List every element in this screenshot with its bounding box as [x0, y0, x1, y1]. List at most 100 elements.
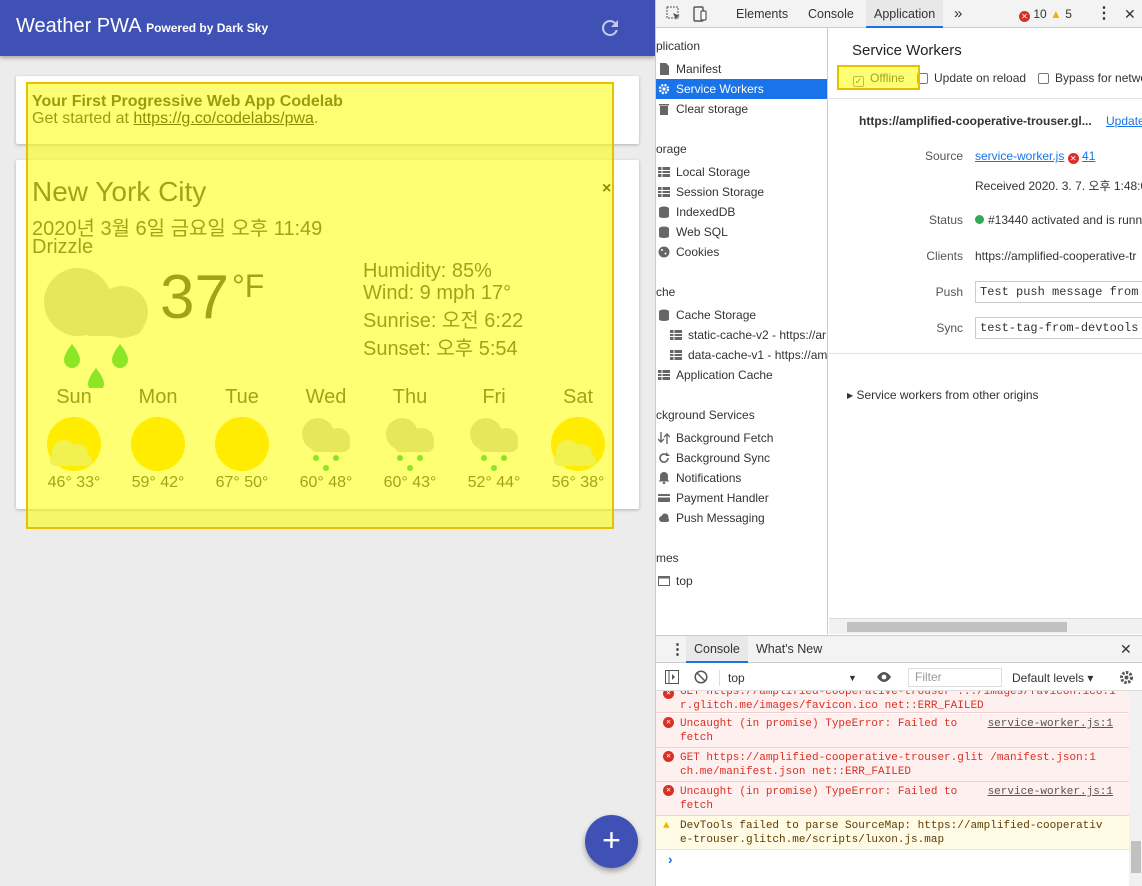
sidebar-item-manifest[interactable]: Manifest	[656, 59, 827, 79]
sidebar-item-notifications[interactable]: Notifications	[656, 468, 827, 488]
update-on-reload-checkbox[interactable]: Update on reload	[917, 70, 1026, 86]
sidebar-item-payment-handler[interactable]: Payment Handler	[656, 488, 827, 508]
rain-icon	[386, 418, 434, 471]
log-levels-dropdown[interactable]: Default levels ▾	[1012, 670, 1093, 686]
bypass-network-checkbox[interactable]: Bypass for netwo	[1038, 70, 1142, 86]
sidebar-item-session-storage[interactable]: Session Storage	[656, 182, 827, 202]
eye-icon[interactable]	[876, 671, 892, 683]
close-devtools-icon[interactable]: ✕	[1124, 0, 1136, 28]
refresh-icon[interactable]	[598, 16, 622, 40]
source-errors-link[interactable]: 41	[1082, 149, 1095, 163]
push-input[interactable]: Test push message from De	[975, 281, 1142, 303]
sidebar-item-cache-storage[interactable]: Cache Storage	[656, 305, 827, 325]
console-toolbar: top ▼ Filter Default levels ▾	[656, 664, 1142, 691]
message-line: r.glitch.me/images/favicon.ico net::ERR_…	[680, 700, 984, 712]
source-file-link[interactable]: service-worker.js	[975, 149, 1064, 163]
divider	[829, 98, 1142, 99]
inspect-icon[interactable]	[666, 6, 682, 22]
sidebar-label: Background Fetch	[676, 431, 774, 445]
clients-value: https://amplified-cooperative-tr	[975, 249, 1137, 263]
error-icon: ✕	[663, 691, 674, 699]
sidebar-label: Notifications	[676, 471, 742, 485]
tab-console[interactable]: Console	[808, 0, 854, 28]
day-temps: 67° 50°	[215, 474, 269, 491]
sidebar-item-clear-storage[interactable]: Clear storage	[656, 99, 827, 119]
triangle-right-icon: ▶	[847, 391, 854, 400]
sidebar-item-cookies[interactable]: Cookies	[656, 242, 827, 262]
context-selector[interactable]: top ▼	[719, 670, 859, 686]
intro-card: Your First Progressive Web App Codelab G…	[16, 76, 639, 144]
section-storage: orage	[656, 142, 687, 156]
day-temps: 46° 33°	[47, 474, 101, 491]
sidebar-item-static-cache[interactable]: static-cache-v2 - https://ar	[656, 325, 827, 345]
sidebar-item-websql[interactable]: Web SQL	[656, 222, 827, 242]
device-toggle-icon[interactable]	[692, 6, 708, 22]
other-origins-label: Service workers from other origins	[856, 388, 1039, 402]
section-application: plication	[656, 39, 701, 53]
add-location-button[interactable]: +	[585, 815, 638, 868]
codelab-link[interactable]: https://g.co/codelabs/pwa	[133, 110, 314, 127]
sidebar-label: Payment Handler	[676, 491, 769, 505]
error-warning-counts[interactable]: ✕ 10 ▲ 5	[1019, 7, 1072, 22]
grid-icon	[658, 167, 670, 177]
update-link[interactable]: Update	[1106, 114, 1142, 128]
sidebar-label: Web SQL	[676, 225, 728, 239]
offline-checkbox[interactable]: ✓ Offline	[853, 70, 905, 87]
forecast-day: Thu 60° 43°	[368, 386, 452, 492]
forecast-day: Sat 56° 38°	[536, 386, 620, 492]
sidebar-item-background-sync[interactable]: Background Sync	[656, 448, 827, 468]
section-cache: che	[656, 285, 676, 299]
message-line: GET https://amplified-cooperative-trouse…	[680, 752, 1096, 764]
sidebar-item-application-cache[interactable]: Application Cache	[656, 365, 827, 385]
filter-input[interactable]: Filter	[908, 668, 1002, 687]
weather-details: Humidity: 85% Wind: 9 mph 17° Sunrise: 오…	[363, 260, 523, 360]
sidebar-label: Application Cache	[676, 368, 773, 382]
sidebar-item-top-frame[interactable]: top	[656, 571, 827, 591]
received-time: Received 2020. 3. 7. 오후 1:48:09	[975, 179, 1142, 193]
message-source-link[interactable]: service-worker.js:1	[988, 717, 1113, 731]
close-drawer-icon[interactable]: ✕	[1120, 636, 1132, 663]
drawer-tab-console[interactable]: Console	[686, 636, 748, 663]
app-subtitle: Powered by Dark Sky	[146, 21, 269, 35]
sidebar-label: Cache Storage	[676, 308, 757, 322]
console-message: ✕ service-worker.js:1 Uncaught (in promise…	[656, 782, 1129, 816]
more-tabs-button[interactable]: »	[954, 0, 962, 28]
sidebar-item-data-cache[interactable]: data-cache-v1 - https://am	[656, 345, 827, 365]
status-text: #13440 activated and is runn	[988, 213, 1142, 227]
message-line: fetch	[680, 732, 714, 744]
message-source-link[interactable]: service-worker.js:1	[988, 785, 1113, 799]
checkbox-label: Offline	[870, 71, 905, 85]
horizontal-scrollbar[interactable]	[829, 618, 1142, 634]
sidebar-item-service-workers[interactable]: Service Workers	[656, 79, 827, 99]
devtools-toolbar: Elements Console Application » ✕ 10 ▲ 5 …	[656, 0, 1142, 28]
sync-label: Sync	[936, 321, 963, 335]
console-prompt[interactable]: ›	[666, 853, 674, 869]
sidebar-item-background-fetch[interactable]: Background Fetch	[656, 428, 827, 448]
tab-application[interactable]: Application	[866, 0, 944, 28]
drawer-tab-whats-new[interactable]: What's New	[756, 636, 822, 663]
grid-icon	[658, 187, 670, 197]
sidebar-item-push-messaging[interactable]: Push Messaging	[656, 508, 827, 528]
clear-console-icon[interactable]	[694, 670, 708, 684]
settings-gear-icon[interactable]	[1119, 670, 1134, 685]
checkbox-box	[1038, 73, 1049, 84]
scrollbar-thumb[interactable]	[1131, 841, 1141, 873]
day-name: Sat	[562, 386, 594, 408]
sidebar-toggle-icon[interactable]	[665, 670, 679, 684]
tab-elements[interactable]: Elements	[736, 0, 788, 28]
day-temps: 52° 44°	[467, 474, 521, 491]
sidebar-item-indexeddb[interactable]: IndexedDB	[656, 202, 827, 222]
warning-count: 5	[1065, 7, 1072, 21]
more-options-icon[interactable]: ⋮	[1096, 0, 1112, 28]
vertical-scrollbar[interactable]	[1129, 691, 1142, 886]
sync-input[interactable]: test-tag-from-devtools	[975, 317, 1142, 339]
scrollbar-thumb[interactable]	[847, 622, 1067, 632]
sidebar-label: Manifest	[676, 62, 722, 76]
close-card-button[interactable]: ×	[602, 180, 611, 198]
section-background-services: ckground Services	[656, 408, 755, 422]
drawer-menu-icon[interactable]: ⋮	[670, 636, 685, 663]
sidebar-item-local-storage[interactable]: Local Storage	[656, 162, 827, 182]
weather-app: Weather PWA Powered by Dark Sky Your Fir…	[0, 0, 655, 886]
intro-suffix: .	[313, 110, 319, 127]
other-origins-toggle[interactable]: ▶ Service workers from other origins	[847, 388, 1039, 402]
